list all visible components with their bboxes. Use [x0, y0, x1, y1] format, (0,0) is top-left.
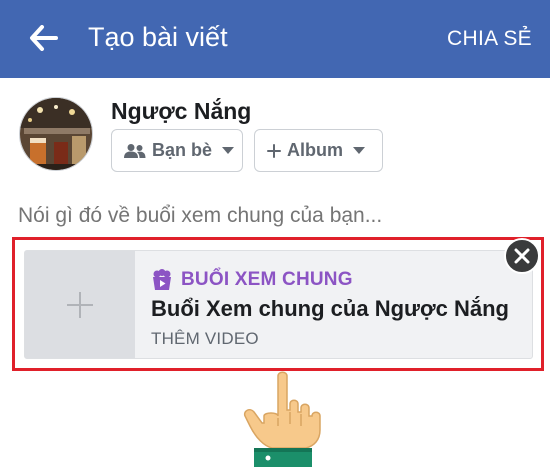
pointing-hand-icon — [243, 371, 321, 467]
profile-photo — [20, 98, 92, 170]
page-title: Tạo bài viết — [88, 22, 228, 52]
back-button[interactable] — [26, 20, 62, 56]
audience-selector[interactable]: Bạn bè — [111, 129, 243, 172]
user-name: Ngược Nắng — [111, 98, 252, 124]
plus-icon — [67, 291, 93, 318]
watch-party-label-text: BUỔI XEM CHUNG — [181, 269, 353, 290]
add-video-thumbnail[interactable] — [25, 251, 135, 358]
top-bar: Tạo bài viết CHIA SẺ — [0, 0, 550, 78]
friends-icon — [124, 143, 146, 159]
close-icon — [514, 248, 530, 264]
avatar — [19, 97, 93, 171]
chevron-down-icon — [222, 147, 235, 154]
post-composer-input[interactable] — [18, 204, 538, 228]
add-video-label[interactable]: THÊM VIDEO — [151, 329, 259, 349]
watch-party-card[interactable]: BUỔI XEM CHUNG Buổi Xem chung của Ngược … — [24, 250, 533, 359]
watch-party-label: BUỔI XEM CHUNG — [151, 269, 353, 291]
share-button[interactable]: CHIA SẺ — [447, 27, 532, 51]
arrow-left-icon — [30, 25, 58, 51]
audience-label: Bạn bè — [152, 140, 213, 160]
watch-party-title: Buổi Xem chung của Ngược Nắng — [151, 296, 509, 321]
close-button[interactable] — [504, 238, 540, 274]
watch-party-icon — [153, 269, 171, 290]
plus-icon — [267, 143, 281, 158]
chevron-down-icon — [353, 147, 365, 154]
album-label: Album — [287, 140, 343, 160]
album-selector[interactable]: Album — [254, 129, 383, 172]
